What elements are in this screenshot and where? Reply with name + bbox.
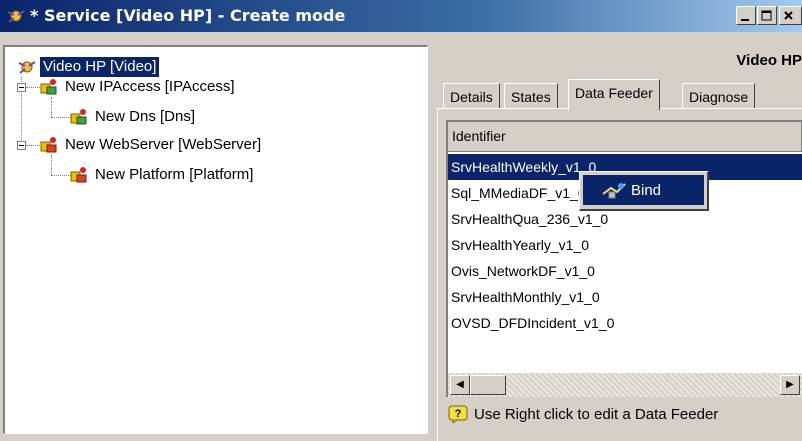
tree-line — [51, 175, 71, 176]
tree-node-label: New Dns [Dns] — [95, 108, 196, 125]
tree-line — [51, 155, 52, 175]
data-feeder-list[interactable]: Identifier SrvHealthWeekly_v1_0 Sql_MMed… — [446, 120, 802, 397]
bind-icon — [602, 183, 626, 199]
hint: ? Use Right click to edit a Data Feeder — [448, 405, 718, 423]
context-menu-item-label: Bind — [631, 181, 662, 199]
tree-line — [26, 145, 40, 146]
tree-node-webserver[interactable]: New WebServer [WebServer] — [39, 135, 264, 155]
tree-node-platform[interactable]: New Platform [Platform] — [69, 165, 256, 185]
tree-line — [26, 87, 40, 88]
list-item[interactable]: Ovis_NetworkDF_v1_0 — [448, 258, 802, 284]
scroll-left-button[interactable]: ◀ — [450, 375, 470, 395]
tree-node-label: Video HP [Video] — [38, 56, 161, 78]
tip-icon: ? — [448, 405, 468, 423]
close-button[interactable] — [779, 6, 802, 25]
maximize-icon — [761, 10, 772, 21]
service-icon — [18, 61, 36, 74]
collapse-toggle[interactable] — [17, 141, 26, 150]
list-item[interactable]: SrvHealthYearly_v1_0 — [448, 232, 802, 258]
svg-text:?: ? — [455, 408, 462, 420]
component-icon — [40, 137, 57, 153]
tab-states[interactable]: States — [504, 83, 558, 109]
component-icon — [40, 79, 57, 95]
horizontal-scrollbar[interactable]: ◀ ▶ — [448, 373, 802, 397]
window-title: * Service [Video HP] - Create mode — [30, 6, 346, 25]
tree-node-label: New Platform [Platform] — [95, 166, 254, 183]
minimize-button[interactable] — [736, 6, 756, 25]
collapse-toggle[interactable] — [17, 83, 26, 92]
tree-node-video-hp[interactable]: Video HP [Video] — [17, 56, 161, 78]
context-menu: Bind — [579, 171, 709, 211]
tree-node-label: New WebServer [WebServer] — [65, 136, 262, 153]
list-item[interactable]: SrvHealthMonthly_v1_0 — [448, 284, 802, 310]
component-icon — [70, 109, 87, 125]
service-tree[interactable]: Video HP [Video] New IPAccess [IPAccess]… — [3, 45, 428, 434]
scroll-right-button[interactable]: ▶ — [780, 375, 800, 395]
service-icon — [7, 10, 25, 23]
maximize-button[interactable] — [757, 6, 777, 25]
tree-node-label: New IPAccess [IPAccess] — [65, 78, 235, 95]
component-icon — [70, 167, 87, 183]
minimize-icon — [741, 19, 749, 21]
close-icon — [784, 11, 793, 20]
context-menu-item-bind[interactable]: Bind — [583, 175, 704, 205]
column-header-identifier[interactable]: Identifier — [448, 122, 802, 152]
tree-node-ipaccess[interactable]: New IPAccess [IPAccess] — [39, 77, 238, 97]
tree-line — [51, 97, 52, 117]
tree-line — [51, 117, 71, 118]
tree-node-dns[interactable]: New Dns [Dns] — [69, 107, 198, 127]
panel-header: Video HP — [736, 52, 802, 69]
tab-diagnose[interactable]: Diagnose — [682, 83, 756, 109]
list-item[interactable]: OVSD_DFDIncident_v1_0 — [448, 310, 802, 336]
title-bar: * Service [Video HP] - Create mode — [0, 0, 802, 32]
hint-text: Use Right click to edit a Data Feeder — [474, 405, 719, 423]
tab-data-feeder[interactable]: Data Feeder — [568, 79, 660, 110]
tab-details[interactable]: Details — [443, 83, 500, 109]
scroll-thumb[interactable] — [470, 375, 506, 395]
